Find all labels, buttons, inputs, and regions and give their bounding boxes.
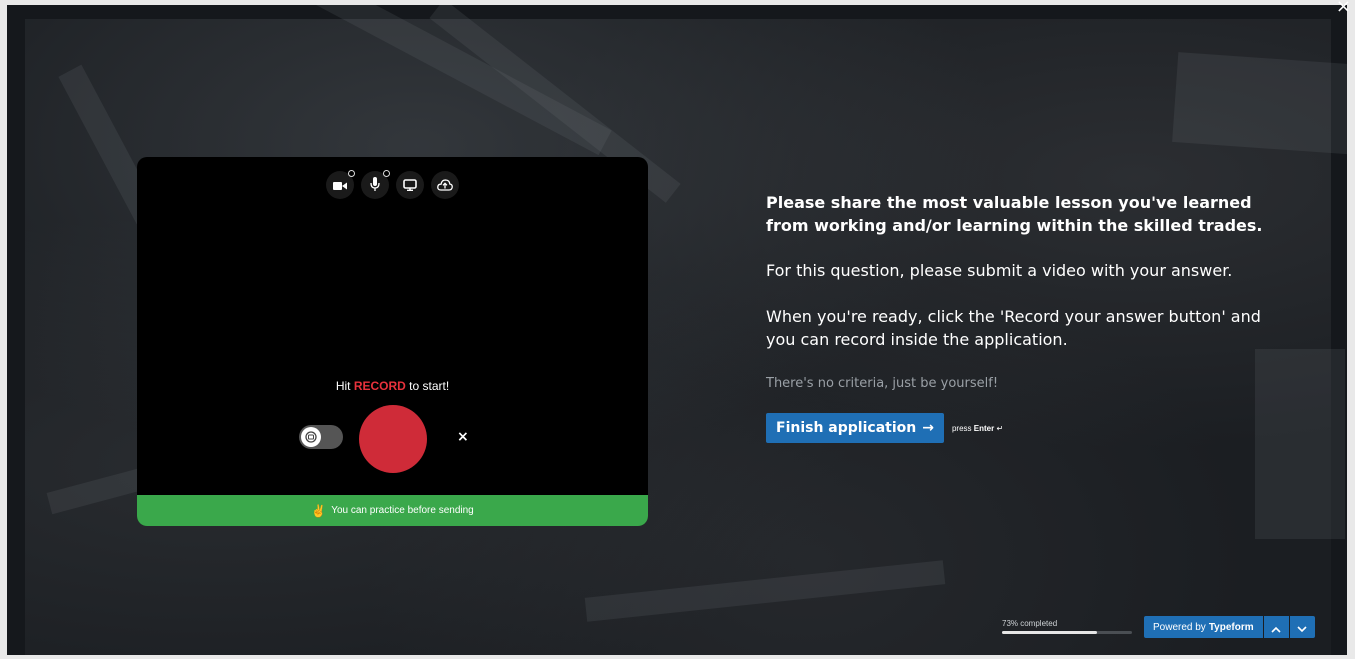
cancel-icon[interactable]: × bbox=[457, 429, 469, 445]
progress-indicator: 73% completed bbox=[1002, 619, 1132, 634]
microphone-icon bbox=[370, 176, 380, 195]
victory-hand-icon: ✌ bbox=[311, 503, 327, 518]
toggle-knob bbox=[301, 427, 321, 447]
form-stage: Hit RECORD to start! × ✌ You can practic… bbox=[7, 5, 1347, 655]
press-prefix: press bbox=[951, 423, 972, 433]
powered-by-typeform-link[interactable]: Powered by Typeform bbox=[1144, 616, 1263, 638]
upload-button[interactable] bbox=[431, 171, 459, 199]
press-enter-hint: press Enter ↵ bbox=[952, 424, 1003, 433]
finish-label: Finish application bbox=[776, 420, 917, 436]
camera-icon bbox=[333, 176, 347, 195]
question-line-2: When you're ready, click the 'Record you… bbox=[766, 307, 1261, 349]
camera-button[interactable] bbox=[326, 170, 355, 199]
screen-share-button[interactable] bbox=[396, 171, 424, 199]
question-title: Please share the most valuable lesson yo… bbox=[766, 193, 1263, 235]
microphone-settings-dot[interactable] bbox=[383, 170, 390, 177]
teleprompter-icon bbox=[305, 428, 317, 447]
practice-text: You can practice before sending bbox=[331, 505, 474, 516]
camera-settings-dot[interactable] bbox=[348, 170, 355, 177]
chevron-down-icon bbox=[1297, 618, 1307, 637]
powered-by-bar: Powered by Typeform bbox=[1144, 616, 1315, 638]
microphone-button[interactable] bbox=[361, 170, 390, 199]
teleprompter-toggle[interactable] bbox=[299, 425, 343, 449]
finish-row: Finish application → press Enter ↵ bbox=[766, 413, 1286, 443]
cloud-upload-icon bbox=[437, 176, 453, 195]
hint-suffix: to start! bbox=[405, 379, 450, 393]
previous-question-button[interactable] bbox=[1263, 616, 1289, 638]
video-recorder: Hit RECORD to start! × ✌ You can practic… bbox=[137, 157, 648, 526]
progress-label: 73% completed bbox=[1002, 619, 1058, 628]
powered-brand: Typeform bbox=[1208, 621, 1254, 633]
next-question-button[interactable] bbox=[1289, 616, 1315, 638]
record-button[interactable] bbox=[359, 405, 427, 473]
hint-accent: RECORD bbox=[353, 379, 406, 393]
hint-prefix: Hit bbox=[335, 379, 354, 393]
powered-prefix: Powered by bbox=[1153, 621, 1206, 633]
recorder-controls: × bbox=[137, 405, 648, 473]
question-block: Please share the most valuable lesson yo… bbox=[766, 191, 1286, 443]
finish-application-button[interactable]: Finish application → bbox=[766, 413, 944, 443]
question-line-1: For this question, please submit a video… bbox=[766, 261, 1233, 280]
close-icon[interactable]: × bbox=[1336, 0, 1351, 16]
press-key: Enter bbox=[973, 423, 995, 433]
screen-icon bbox=[403, 176, 417, 195]
record-hint: Hit RECORD to start! bbox=[137, 379, 648, 393]
chevron-up-icon bbox=[1271, 618, 1281, 637]
practice-banner: ✌ You can practice before sending bbox=[137, 495, 648, 526]
progress-track bbox=[1002, 631, 1132, 634]
question-note: There's no criteria, just be yourself! bbox=[766, 376, 999, 391]
enter-key-icon: ↵ bbox=[996, 423, 1004, 433]
arrow-right-icon: → bbox=[922, 420, 934, 436]
recorder-toolbar bbox=[137, 170, 648, 199]
progress-fill bbox=[1002, 631, 1097, 634]
